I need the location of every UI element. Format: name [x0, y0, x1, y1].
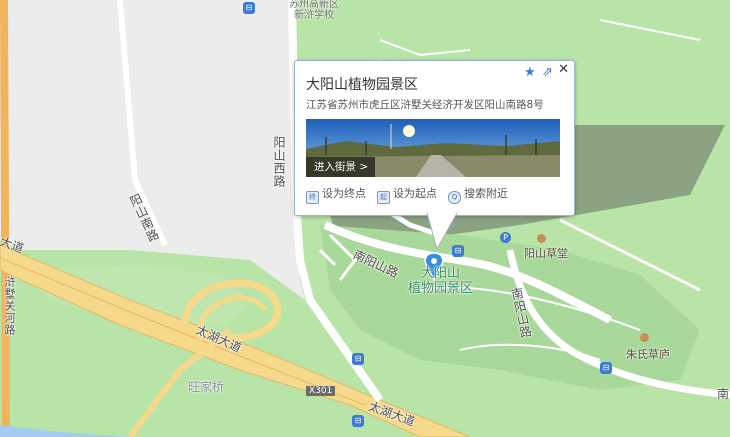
poi-school[interactable]: 苏州高新区 新浒学校 [289, 0, 339, 21]
poi-zhu-house[interactable]: 朱氏草庐 [626, 346, 670, 362]
poi-scenic-area-label[interactable]: 大阳山 植物园景区 [408, 266, 473, 296]
bus-stop-icon[interactable]: ⊟ [352, 353, 364, 365]
parking-icon[interactable]: P [500, 232, 511, 243]
bus-stop-icon[interactable]: ⊟ [352, 415, 364, 427]
landmark-icon[interactable] [640, 333, 649, 342]
start-point-icon: 起 [377, 191, 390, 204]
bus-stop-icon[interactable]: ⊟ [600, 362, 612, 374]
popup-actions: 终设为终点 起设为起点 Q 搜索附近 [306, 185, 566, 204]
route-shield: X301 [306, 386, 336, 396]
set-end-button[interactable]: 终设为终点 [306, 185, 366, 204]
poi-yangshan-hall[interactable]: 阳山草堂 [524, 245, 568, 261]
set-start-label: 设为起点 [393, 187, 437, 200]
streetview-thumbnail[interactable]: 进入街景 > [306, 119, 560, 177]
place-address: 江苏省苏州市虎丘区浒墅关经济开发区阳山南路8号 [306, 99, 544, 111]
road-label-left-vertical: 浒墅关河路 [3, 276, 16, 336]
road-label-yangshan-xi: 阳山西路 [272, 136, 286, 188]
set-end-label: 设为终点 [322, 187, 366, 200]
search-nearby-label: 搜索附近 [464, 187, 508, 200]
info-window-pointer [426, 213, 458, 251]
search-nearby-button[interactable]: Q 搜索附近 [448, 185, 508, 204]
road-label-edge: 南 [717, 387, 730, 401]
share-icon[interactable]: ⇗ [542, 65, 553, 80]
landmark-icon[interactable] [537, 234, 546, 243]
close-icon[interactable]: ✕ [558, 62, 569, 77]
end-point-icon: 终 [306, 191, 319, 204]
search-icon: Q [448, 191, 461, 204]
bus-stop-icon[interactable]: ⊟ [243, 2, 255, 14]
set-start-button[interactable]: 起设为起点 [377, 185, 437, 204]
poi-bridge[interactable]: 旺家桥 [188, 378, 224, 395]
star-icon[interactable]: ★ [524, 65, 536, 80]
place-title: 大阳山植物园景区 [306, 77, 418, 93]
streetview-button[interactable]: 进入街景 > [306, 157, 376, 177]
info-window: 大阳山植物园景区 ★ ⇗ ✕ 江苏省苏州市虎丘区浒墅关经济开发区阳山南路8号 进… [294, 60, 575, 216]
